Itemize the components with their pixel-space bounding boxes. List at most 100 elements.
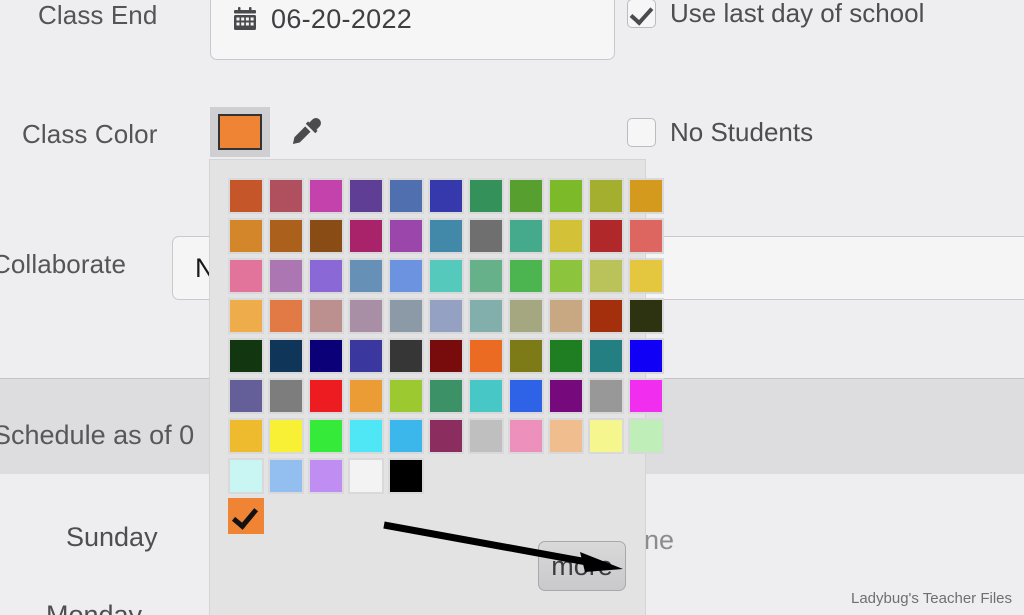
color-swatch[interactable] bbox=[508, 378, 544, 414]
color-swatch[interactable] bbox=[548, 258, 584, 294]
color-swatch[interactable] bbox=[228, 218, 264, 254]
color-swatch[interactable] bbox=[628, 258, 664, 294]
color-swatch[interactable] bbox=[508, 338, 544, 374]
current-color-swatch-checked[interactable] bbox=[228, 498, 264, 534]
color-swatch[interactable] bbox=[268, 458, 304, 494]
color-swatch[interactable] bbox=[588, 338, 624, 374]
class-color-current-chip bbox=[218, 114, 262, 150]
class-end-date-input[interactable]: 06-20-2022 bbox=[210, 0, 615, 60]
color-swatch[interactable] bbox=[628, 298, 664, 334]
color-swatch[interactable] bbox=[388, 458, 424, 494]
use-last-day-checkbox-row[interactable]: Use last day of school bbox=[627, 0, 924, 29]
use-last-day-label: Use last day of school bbox=[670, 0, 925, 28]
color-swatch[interactable] bbox=[468, 178, 504, 214]
color-swatch[interactable] bbox=[268, 338, 304, 374]
color-swatch[interactable] bbox=[588, 178, 624, 214]
color-swatch[interactable] bbox=[308, 338, 344, 374]
color-swatch[interactable] bbox=[348, 298, 384, 334]
color-swatch[interactable] bbox=[628, 178, 664, 214]
color-swatch[interactable] bbox=[548, 378, 584, 414]
color-swatch[interactable] bbox=[468, 378, 504, 414]
color-swatch[interactable] bbox=[548, 418, 584, 454]
color-swatch[interactable] bbox=[388, 298, 424, 334]
color-swatch-grid[interactable] bbox=[228, 178, 664, 494]
color-swatch[interactable] bbox=[348, 338, 384, 374]
color-swatch[interactable] bbox=[548, 218, 584, 254]
color-swatch[interactable] bbox=[228, 458, 264, 494]
color-swatch[interactable] bbox=[468, 258, 504, 294]
color-swatch[interactable] bbox=[388, 258, 424, 294]
color-swatch[interactable] bbox=[548, 298, 584, 334]
color-swatch[interactable] bbox=[628, 338, 664, 374]
color-swatch[interactable] bbox=[308, 378, 344, 414]
color-swatch[interactable] bbox=[508, 418, 544, 454]
use-last-day-checkbox[interactable] bbox=[627, 0, 656, 28]
color-swatch[interactable] bbox=[508, 218, 544, 254]
color-swatch[interactable] bbox=[308, 258, 344, 294]
color-swatch[interactable] bbox=[588, 378, 624, 414]
class-end-label: Class End bbox=[38, 0, 158, 30]
color-swatch[interactable] bbox=[388, 338, 424, 374]
color-swatch[interactable] bbox=[268, 178, 304, 214]
color-swatch[interactable] bbox=[468, 338, 504, 374]
color-swatch[interactable] bbox=[348, 458, 384, 494]
color-swatch[interactable] bbox=[588, 258, 624, 294]
color-swatch[interactable] bbox=[348, 178, 384, 214]
color-swatch[interactable] bbox=[308, 218, 344, 254]
color-swatch[interactable] bbox=[228, 258, 264, 294]
color-swatch[interactable] bbox=[468, 218, 504, 254]
color-swatch[interactable] bbox=[508, 298, 544, 334]
color-swatch[interactable] bbox=[228, 338, 264, 374]
color-swatch[interactable] bbox=[588, 418, 624, 454]
color-swatch[interactable] bbox=[628, 218, 664, 254]
class-settings-panel: Class End 06-20-2022 Use last day of sch… bbox=[0, 0, 1024, 615]
color-swatch[interactable] bbox=[268, 258, 304, 294]
color-swatch[interactable] bbox=[348, 218, 384, 254]
calendar-icon bbox=[233, 6, 257, 32]
eyedropper-icon[interactable] bbox=[288, 113, 326, 151]
color-swatch[interactable] bbox=[268, 418, 304, 454]
color-swatch[interactable] bbox=[548, 178, 584, 214]
color-swatch[interactable] bbox=[348, 378, 384, 414]
more-colors-button[interactable]: more bbox=[538, 541, 626, 591]
color-swatch[interactable] bbox=[228, 178, 264, 214]
color-swatch[interactable] bbox=[428, 378, 464, 414]
color-swatch[interactable] bbox=[308, 298, 344, 334]
color-swatch-row bbox=[228, 178, 664, 214]
color-swatch[interactable] bbox=[388, 218, 424, 254]
color-swatch[interactable] bbox=[428, 178, 464, 214]
color-swatch[interactable] bbox=[348, 418, 384, 454]
color-swatch[interactable] bbox=[308, 178, 344, 214]
color-swatch[interactable] bbox=[308, 418, 344, 454]
color-swatch[interactable] bbox=[308, 458, 344, 494]
color-swatch[interactable] bbox=[428, 258, 464, 294]
color-swatch[interactable] bbox=[268, 378, 304, 414]
color-swatch[interactable] bbox=[508, 178, 544, 214]
color-swatch[interactable] bbox=[588, 298, 624, 334]
color-swatch[interactable] bbox=[428, 418, 464, 454]
color-swatch[interactable] bbox=[348, 258, 384, 294]
color-swatch[interactable] bbox=[228, 298, 264, 334]
color-swatch[interactable] bbox=[588, 218, 624, 254]
color-swatch[interactable] bbox=[548, 338, 584, 374]
current-color-row[interactable] bbox=[228, 498, 645, 534]
color-swatch[interactable] bbox=[508, 258, 544, 294]
no-students-checkbox-row[interactable]: No Students bbox=[627, 117, 813, 148]
color-swatch[interactable] bbox=[468, 298, 504, 334]
color-swatch[interactable] bbox=[268, 298, 304, 334]
color-swatch[interactable] bbox=[228, 378, 264, 414]
color-swatch[interactable] bbox=[228, 418, 264, 454]
color-swatch[interactable] bbox=[468, 418, 504, 454]
color-swatch[interactable] bbox=[628, 418, 664, 454]
color-swatch[interactable] bbox=[388, 178, 424, 214]
no-students-checkbox[interactable] bbox=[627, 118, 656, 147]
class-color-swatch-button[interactable] bbox=[210, 107, 270, 157]
color-swatch[interactable] bbox=[428, 298, 464, 334]
color-swatch[interactable] bbox=[428, 218, 464, 254]
color-swatch[interactable] bbox=[388, 378, 424, 414]
color-swatch[interactable] bbox=[628, 378, 664, 414]
color-swatch-row bbox=[228, 218, 664, 254]
color-swatch[interactable] bbox=[268, 218, 304, 254]
color-swatch[interactable] bbox=[428, 338, 464, 374]
color-swatch[interactable] bbox=[388, 418, 424, 454]
